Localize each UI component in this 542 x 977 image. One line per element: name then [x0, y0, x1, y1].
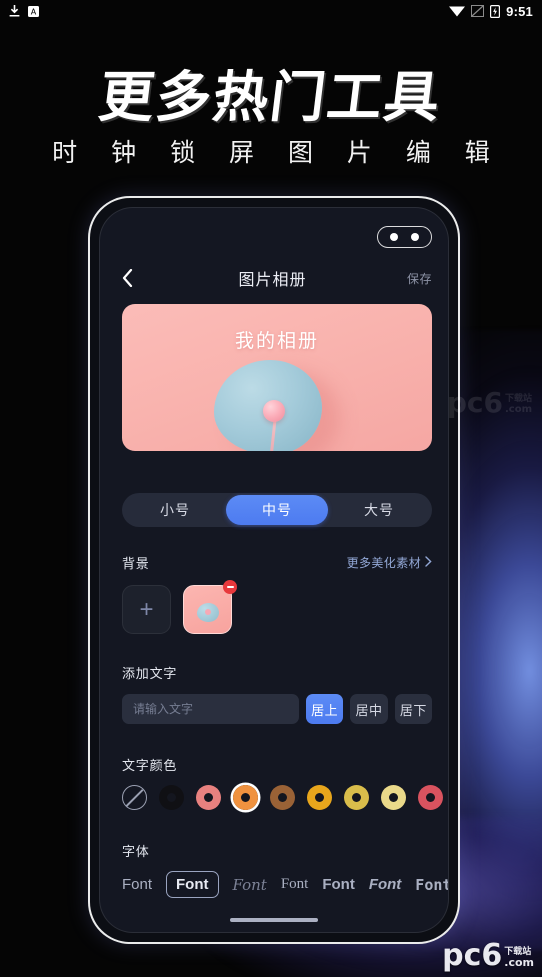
font-option-7[interactable]: Font	[415, 876, 448, 894]
add-text-row: 居上 居中 居下	[122, 694, 432, 724]
background-section-header: 背景 更多美化素材	[122, 553, 432, 572]
text-a-icon: A	[28, 5, 39, 17]
color-swatch-none[interactable]	[122, 785, 147, 810]
text-color-section-title: 文字颜色	[122, 758, 178, 773]
camera-lens-2	[411, 233, 420, 241]
font-option-2[interactable]: Font	[166, 871, 219, 898]
wifi-icon	[449, 5, 466, 17]
svg-text:A: A	[31, 7, 37, 16]
font-option-4[interactable]: Font	[281, 876, 309, 893]
watermark-stack-faint: 下载站 .com	[504, 394, 532, 415]
font-option-6[interactable]: Font	[369, 876, 401, 893]
watermark: pc6 下载站 .com	[442, 938, 534, 973]
background-section-title: 背景	[122, 556, 150, 571]
text-input[interactable]	[122, 694, 299, 724]
watermark-stack: 下载站 .com	[504, 947, 534, 970]
size-segmented-control: 小号 中号 大号	[122, 493, 432, 527]
font-option-3[interactable]: Font	[233, 876, 267, 894]
watermark-domain-faint: .com	[504, 403, 532, 415]
watermark-brand: pc6	[442, 938, 503, 973]
font-option-1[interactable]: Font	[122, 876, 152, 893]
color-swatch-cream[interactable]	[381, 785, 406, 810]
color-swatch-amber[interactable]	[307, 785, 332, 810]
background-thumbnail-item[interactable]	[183, 580, 237, 634]
watermark-cn-faint: 下载站	[504, 394, 532, 405]
back-icon[interactable]	[116, 267, 138, 289]
save-button[interactable]: 保存	[407, 270, 432, 287]
color-swatch-brown[interactable]	[270, 785, 295, 810]
app-screenshot: A 9:51 更多热门工具 时 钟 锁 屏 图 片 编 辑 图片相册 保存 我的…	[0, 0, 542, 977]
add-text-section-header: 添加文字	[122, 663, 432, 682]
color-swatch-gold[interactable]	[344, 785, 369, 810]
status-bar-clock: 9:51	[506, 3, 533, 19]
size-tab-large[interactable]: 大号	[328, 495, 430, 525]
page-subtitle: 时 钟 锁 屏 图 片 编 辑	[52, 138, 503, 167]
add-text-section-title: 添加文字	[122, 666, 178, 681]
download-icon	[9, 5, 20, 17]
font-option-5[interactable]: Font	[322, 876, 354, 893]
color-swatch-crimson[interactable]	[418, 785, 443, 810]
signal-icon	[471, 5, 485, 17]
color-swatch-orange[interactable]	[233, 785, 258, 810]
size-tab-medium[interactable]: 中号	[226, 495, 328, 525]
remove-icon[interactable]	[223, 580, 237, 594]
background-thumbnail-row: +	[122, 580, 237, 634]
watermark-cn: 下载站	[504, 947, 532, 958]
status-bar-right: 9:51	[449, 4, 533, 19]
camera-punchhole	[377, 226, 432, 248]
camera-lens-1	[389, 233, 398, 241]
add-background-button[interactable]: +	[122, 585, 171, 634]
color-swatch-salmon[interactable]	[196, 785, 221, 810]
home-indicator	[230, 918, 318, 922]
phone-mockup: 图片相册 保存 我的相册 小号 中号 大号 背景 更多美化素材 + 添加文字 请…	[88, 196, 460, 944]
status-bar: A 9:51	[0, 0, 542, 22]
font-section-title: 字体	[122, 844, 150, 859]
album-preview-card[interactable]: 我的相册	[122, 304, 432, 451]
battery-icon	[490, 4, 501, 18]
more-assets-label: 更多美化素材	[346, 556, 421, 570]
align-bottom-button[interactable]: 居下	[394, 694, 432, 724]
align-middle-button[interactable]: 居中	[350, 694, 388, 724]
thumbnail-pin-dot	[205, 609, 211, 615]
align-top-button[interactable]: 居上	[306, 694, 344, 724]
preview-pin-head	[263, 400, 285, 422]
more-assets-link[interactable]: 更多美化素材	[347, 554, 432, 571]
font-section-header: 字体	[122, 841, 432, 860]
phone-screen: 图片相册 保存 我的相册 小号 中号 大号 背景 更多美化素材 + 添加文字 请…	[99, 207, 449, 933]
status-bar-left: A	[9, 5, 39, 17]
size-tab-small[interactable]: 小号	[124, 495, 226, 525]
album-preview-title: 我的相册	[234, 331, 319, 352]
font-picker-row: Font Font Font Font Font Font Font	[122, 871, 448, 898]
app-bar-title: 图片相册	[238, 272, 307, 289]
text-color-swatch-row	[122, 785, 448, 810]
color-swatch-black[interactable]	[159, 785, 184, 810]
text-color-section-header: 文字颜色	[122, 755, 432, 774]
app-bar: 图片相册 保存	[100, 260, 448, 296]
watermark-domain: .com	[504, 956, 534, 970]
page-title: 更多热门工具	[95, 65, 446, 129]
chevron-right-icon	[425, 555, 432, 570]
